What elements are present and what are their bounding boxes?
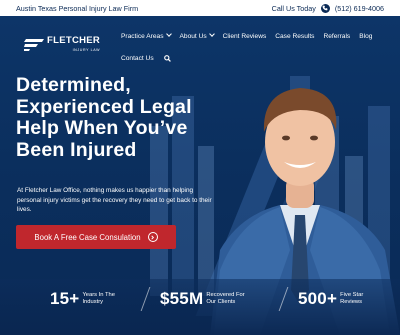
- chevron-down-icon[interactable]: [208, 31, 215, 37]
- book-consultation-button[interactable]: Book A Free Case Consulation: [16, 225, 176, 249]
- site-logo[interactable]: FLETCHER INJURY LAW: [24, 34, 101, 54]
- nav-item-case-results[interactable]: Case Results: [275, 33, 314, 40]
- stat-value: $55M: [160, 289, 204, 308]
- hero-section: FLETCHER INJURY LAW Practice Areas About…: [0, 16, 400, 335]
- call-us[interactable]: Call Us Today (512) 619-4006: [272, 3, 384, 13]
- nav-item-practice-areas[interactable]: Practice Areas: [121, 31, 172, 40]
- headline-line: Determined,: [16, 74, 131, 96]
- search-icon[interactable]: [163, 54, 171, 62]
- stat-years: 15+ Years In The Industry: [50, 289, 126, 309]
- nav-label[interactable]: About Us: [180, 33, 207, 40]
- stat-divider: [278, 287, 289, 311]
- stat-reviews: 500+ Five Star Reviews: [298, 289, 372, 309]
- headline-line: Help When You’ve: [16, 117, 188, 139]
- stat-label: Five Star Reviews: [340, 292, 364, 305]
- logo-text: FLETCHER INJURY LAW: [47, 34, 101, 54]
- logo-tagline: INJURY LAW: [72, 47, 101, 52]
- stat-value: 15+: [50, 289, 80, 308]
- chevron-down-icon[interactable]: [165, 31, 172, 37]
- stat-recovered: $55M Recovered For Our Clients: [160, 289, 250, 309]
- stat-label: Recovered For Our Clients: [206, 292, 245, 305]
- cta-label[interactable]: Book A Free Case Consulation: [34, 233, 140, 242]
- nav-item-about-us[interactable]: About Us: [180, 31, 215, 40]
- logo-name: FLETCHER: [47, 34, 101, 46]
- stat-label: Years In The Industry: [82, 292, 115, 305]
- headline-line: Been Injured: [16, 138, 137, 161]
- nav-item-referrals[interactable]: Referrals: [323, 33, 350, 40]
- stats-bar: 15+ Years In The Industry $55M Recovered…: [0, 279, 400, 335]
- nav-item-client-reviews[interactable]: Client Reviews: [223, 33, 267, 40]
- call-label[interactable]: Call Us Today: [272, 4, 316, 13]
- nav-label[interactable]: Practice Areas: [121, 33, 164, 40]
- logo-mark-icon: [24, 39, 44, 51]
- hero-headline: Determined, Experienced Legal Help When …: [16, 74, 246, 161]
- headline-line: Experienced Legal: [16, 95, 192, 118]
- stat-value: 500+: [298, 289, 338, 308]
- nav-item-blog[interactable]: Blog: [359, 33, 372, 40]
- stat-divider: [140, 287, 151, 311]
- nav-item-contact-us[interactable]: Contact Us: [121, 55, 154, 62]
- arrow-right-circle-icon[interactable]: [147, 232, 158, 242]
- top-bar: Austin Texas Personal Injury Law Firm Ca…: [0, 0, 400, 16]
- phone-number[interactable]: (512) 619-4006: [335, 4, 384, 13]
- firm-name: Austin Texas Personal Injury Law Firm: [16, 3, 139, 13]
- hero-subtext: At Fletcher Law Office, nothing makes us…: [17, 187, 212, 214]
- phone-icon[interactable]: [320, 3, 330, 13]
